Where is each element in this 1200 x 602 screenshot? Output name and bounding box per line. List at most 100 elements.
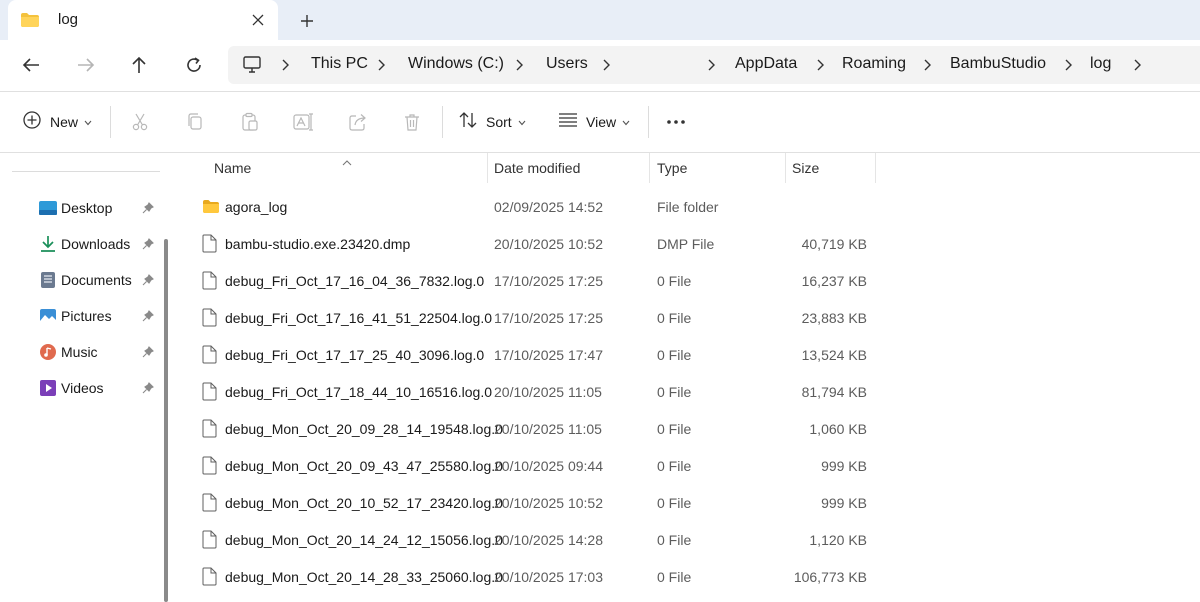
refresh-icon[interactable] (179, 50, 209, 80)
forward-arrow-icon[interactable] (71, 50, 101, 80)
close-tab-icon[interactable] (246, 8, 270, 32)
file-name: bambu-studio.exe.23420.dmp (225, 235, 411, 252)
chevron-right-icon[interactable] (280, 58, 292, 72)
file-size: 13,524 KB (801, 346, 867, 363)
file-size (776, 188, 867, 225)
folder-icon (20, 12, 40, 33)
file-icon (202, 493, 217, 517)
videos-icon (38, 378, 58, 398)
file-row[interactable]: agora_log 02/09/2025 14:52 File folder (176, 188, 1200, 225)
chevron-right-icon[interactable] (376, 58, 388, 72)
column-divider[interactable] (487, 153, 488, 183)
up-arrow-icon[interactable] (124, 50, 154, 80)
pin-icon[interactable] (142, 345, 154, 363)
folder-icon (202, 199, 220, 219)
view-button[interactable]: View (558, 108, 630, 136)
file-row[interactable]: debug_Mon_Oct_20_14_28_33_25060.log.0 20/… (176, 558, 1200, 595)
paste-icon[interactable] (238, 110, 262, 134)
pin-icon[interactable] (142, 309, 154, 327)
chevron-right-icon[interactable] (706, 58, 718, 72)
file-type: 0 File (657, 272, 692, 289)
file-size: 40,719 KB (801, 235, 867, 252)
pin-icon[interactable] (142, 273, 154, 291)
file-name: debug_Mon_Oct_20_14_28_33_25060.log.0 (225, 568, 503, 585)
pin-icon[interactable] (142, 237, 154, 255)
sidebar-item-label: Videos (61, 380, 104, 396)
file-list: Name Date modified Type Size agora_log 02… (176, 153, 1200, 602)
file-size: 999 KB (821, 494, 867, 511)
column-header-date[interactable]: Date modified (494, 153, 644, 183)
file-date-modified: 20/10/2025 10:52 (494, 235, 603, 252)
sidebar-item-label: Music (61, 344, 98, 360)
sidebar-item-desktop[interactable]: Desktop (30, 193, 160, 223)
file-size: 1,060 KB (809, 420, 867, 437)
file-date-modified: 17/10/2025 17:25 (494, 272, 603, 289)
column-header-type[interactable]: Type (657, 153, 777, 183)
file-row[interactable]: debug_Fri_Oct_17_16_41_51_22504.log.0 17/… (176, 299, 1200, 336)
command-bar: New Sort View (0, 92, 1200, 152)
divider (648, 106, 649, 138)
file-icon (202, 308, 217, 332)
chevron-right-icon[interactable] (815, 58, 827, 72)
copy-icon[interactable] (183, 110, 207, 134)
delete-icon[interactable] (400, 110, 424, 134)
pictures-icon (38, 306, 58, 326)
breadcrumb-this-pc[interactable]: This PC (311, 55, 368, 73)
file-date-modified: 20/10/2025 11:05 (494, 383, 602, 400)
breadcrumb-windows-c[interactable]: Windows (C:) (408, 55, 504, 73)
chevron-right-icon[interactable] (514, 58, 526, 72)
pin-icon[interactable] (142, 201, 154, 219)
breadcrumb-roaming[interactable]: Roaming (842, 55, 906, 73)
view-label: View (586, 114, 617, 130)
new-button[interactable]: New (22, 108, 92, 136)
chevron-right-icon[interactable] (1063, 58, 1075, 72)
cut-icon[interactable] (128, 110, 152, 134)
sidebar-item-pictures[interactable]: Pictures (30, 301, 160, 331)
file-row[interactable]: debug_Mon_Oct_20_10_52_17_23420.log.0 20/… (176, 484, 1200, 521)
sidebar-item-music[interactable]: Music (30, 337, 160, 367)
chevron-right-icon[interactable] (922, 58, 934, 72)
sidebar-item-videos[interactable]: Videos (30, 373, 160, 403)
sidebar-item-downloads[interactable]: Downloads (30, 229, 160, 259)
column-divider[interactable] (649, 153, 650, 183)
file-name: debug_Fri_Oct_17_18_44_10_16516.log.0 (225, 383, 493, 400)
back-arrow-icon[interactable] (16, 50, 46, 80)
file-row[interactable]: debug_Mon_Oct_20_09_43_47_25580.log.0 20/… (176, 447, 1200, 484)
file-row[interactable]: debug_Fri_Oct_17_18_44_10_16516.log.0 20/… (176, 373, 1200, 410)
file-row[interactable]: debug_Fri_Oct_17_16_04_36_7832.log.0 17/1… (176, 262, 1200, 299)
column-header-size[interactable]: Size (792, 153, 872, 183)
more-options-icon[interactable] (664, 110, 688, 134)
chevron-right-icon[interactable] (601, 58, 613, 72)
address-bar[interactable]: This PC Windows (C:) Users AppData Roami… (228, 46, 1200, 84)
sort-button[interactable]: Sort (458, 108, 526, 136)
breadcrumb-users[interactable]: Users (546, 55, 588, 73)
file-row[interactable]: debug_Fri_Oct_17_17_25_40_3096.log.0 17/1… (176, 336, 1200, 373)
file-row[interactable]: debug_Mon_Oct_20_09_28_14_19548.log.0 20/… (176, 410, 1200, 447)
breadcrumb-bambustudio[interactable]: BambuStudio (950, 55, 1046, 73)
column-divider[interactable] (875, 153, 876, 183)
file-row[interactable]: bambu-studio.exe.23420.dmp 20/10/2025 10:… (176, 225, 1200, 262)
file-icon (202, 419, 217, 443)
sidebar-item-documents[interactable]: Documents (30, 265, 160, 295)
file-row[interactable]: debug_Mon_Oct_20_14_24_12_15056.log.0 20/… (176, 521, 1200, 558)
navigation-bar: This PC Windows (C:) Users AppData Roami… (0, 40, 1200, 90)
rename-icon[interactable] (292, 110, 316, 134)
new-tab-button[interactable] (294, 8, 320, 34)
divider (12, 171, 160, 172)
file-type: 0 File (657, 494, 692, 511)
pin-icon[interactable] (142, 381, 154, 399)
share-icon[interactable] (346, 110, 370, 134)
breadcrumb-log[interactable]: log (1090, 55, 1111, 73)
file-type: DMP File (657, 235, 715, 252)
file-type: 0 File (657, 420, 692, 437)
column-header-name[interactable]: Name (214, 153, 484, 183)
file-type: 0 File (657, 568, 692, 585)
chevron-right-icon[interactable] (1132, 58, 1144, 72)
desktop-icon (38, 198, 58, 218)
tab-log[interactable]: log (8, 0, 278, 40)
breadcrumb-appdata[interactable]: AppData (735, 55, 797, 73)
file-icon (202, 234, 217, 258)
downloads-icon (38, 234, 58, 254)
column-divider[interactable] (785, 153, 786, 183)
sidebar-scrollbar[interactable] (164, 239, 168, 602)
